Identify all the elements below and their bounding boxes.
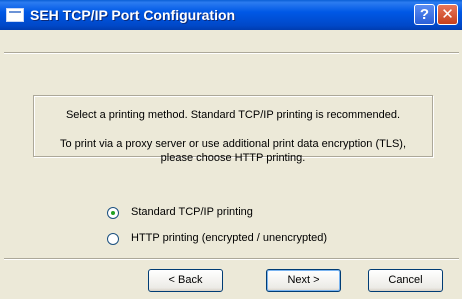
title-bar[interactable]: SEH TCP/IP Port Configuration ? ✕ bbox=[0, 0, 462, 30]
help-button[interactable]: ? bbox=[414, 4, 435, 25]
info-text-http: please choose HTTP printing. bbox=[160, 152, 306, 164]
info-text-proxy: To print via a proxy server or use addit… bbox=[59, 138, 407, 150]
window-title: SEH TCP/IP Port Configuration bbox=[30, 7, 236, 23]
cancel-button[interactable]: Cancel bbox=[368, 269, 443, 292]
window-icon bbox=[6, 8, 24, 22]
next-button[interactable]: Next > bbox=[266, 269, 341, 292]
radio-label-standard[interactable]: Standard TCP/IP printing bbox=[131, 206, 253, 218]
radio-button-unselected[interactable] bbox=[107, 233, 119, 245]
close-button[interactable]: ✕ bbox=[437, 4, 458, 25]
radio-label-http[interactable]: HTTP printing (encrypted / unencrypted) bbox=[131, 232, 327, 244]
footer-separator bbox=[4, 258, 459, 260]
header-separator bbox=[4, 52, 459, 54]
radio-button-selected[interactable] bbox=[107, 207, 119, 219]
back-button[interactable]: < Back bbox=[148, 269, 223, 292]
info-text-recommendation: Select a printing method. Standard TCP/I… bbox=[65, 109, 401, 121]
